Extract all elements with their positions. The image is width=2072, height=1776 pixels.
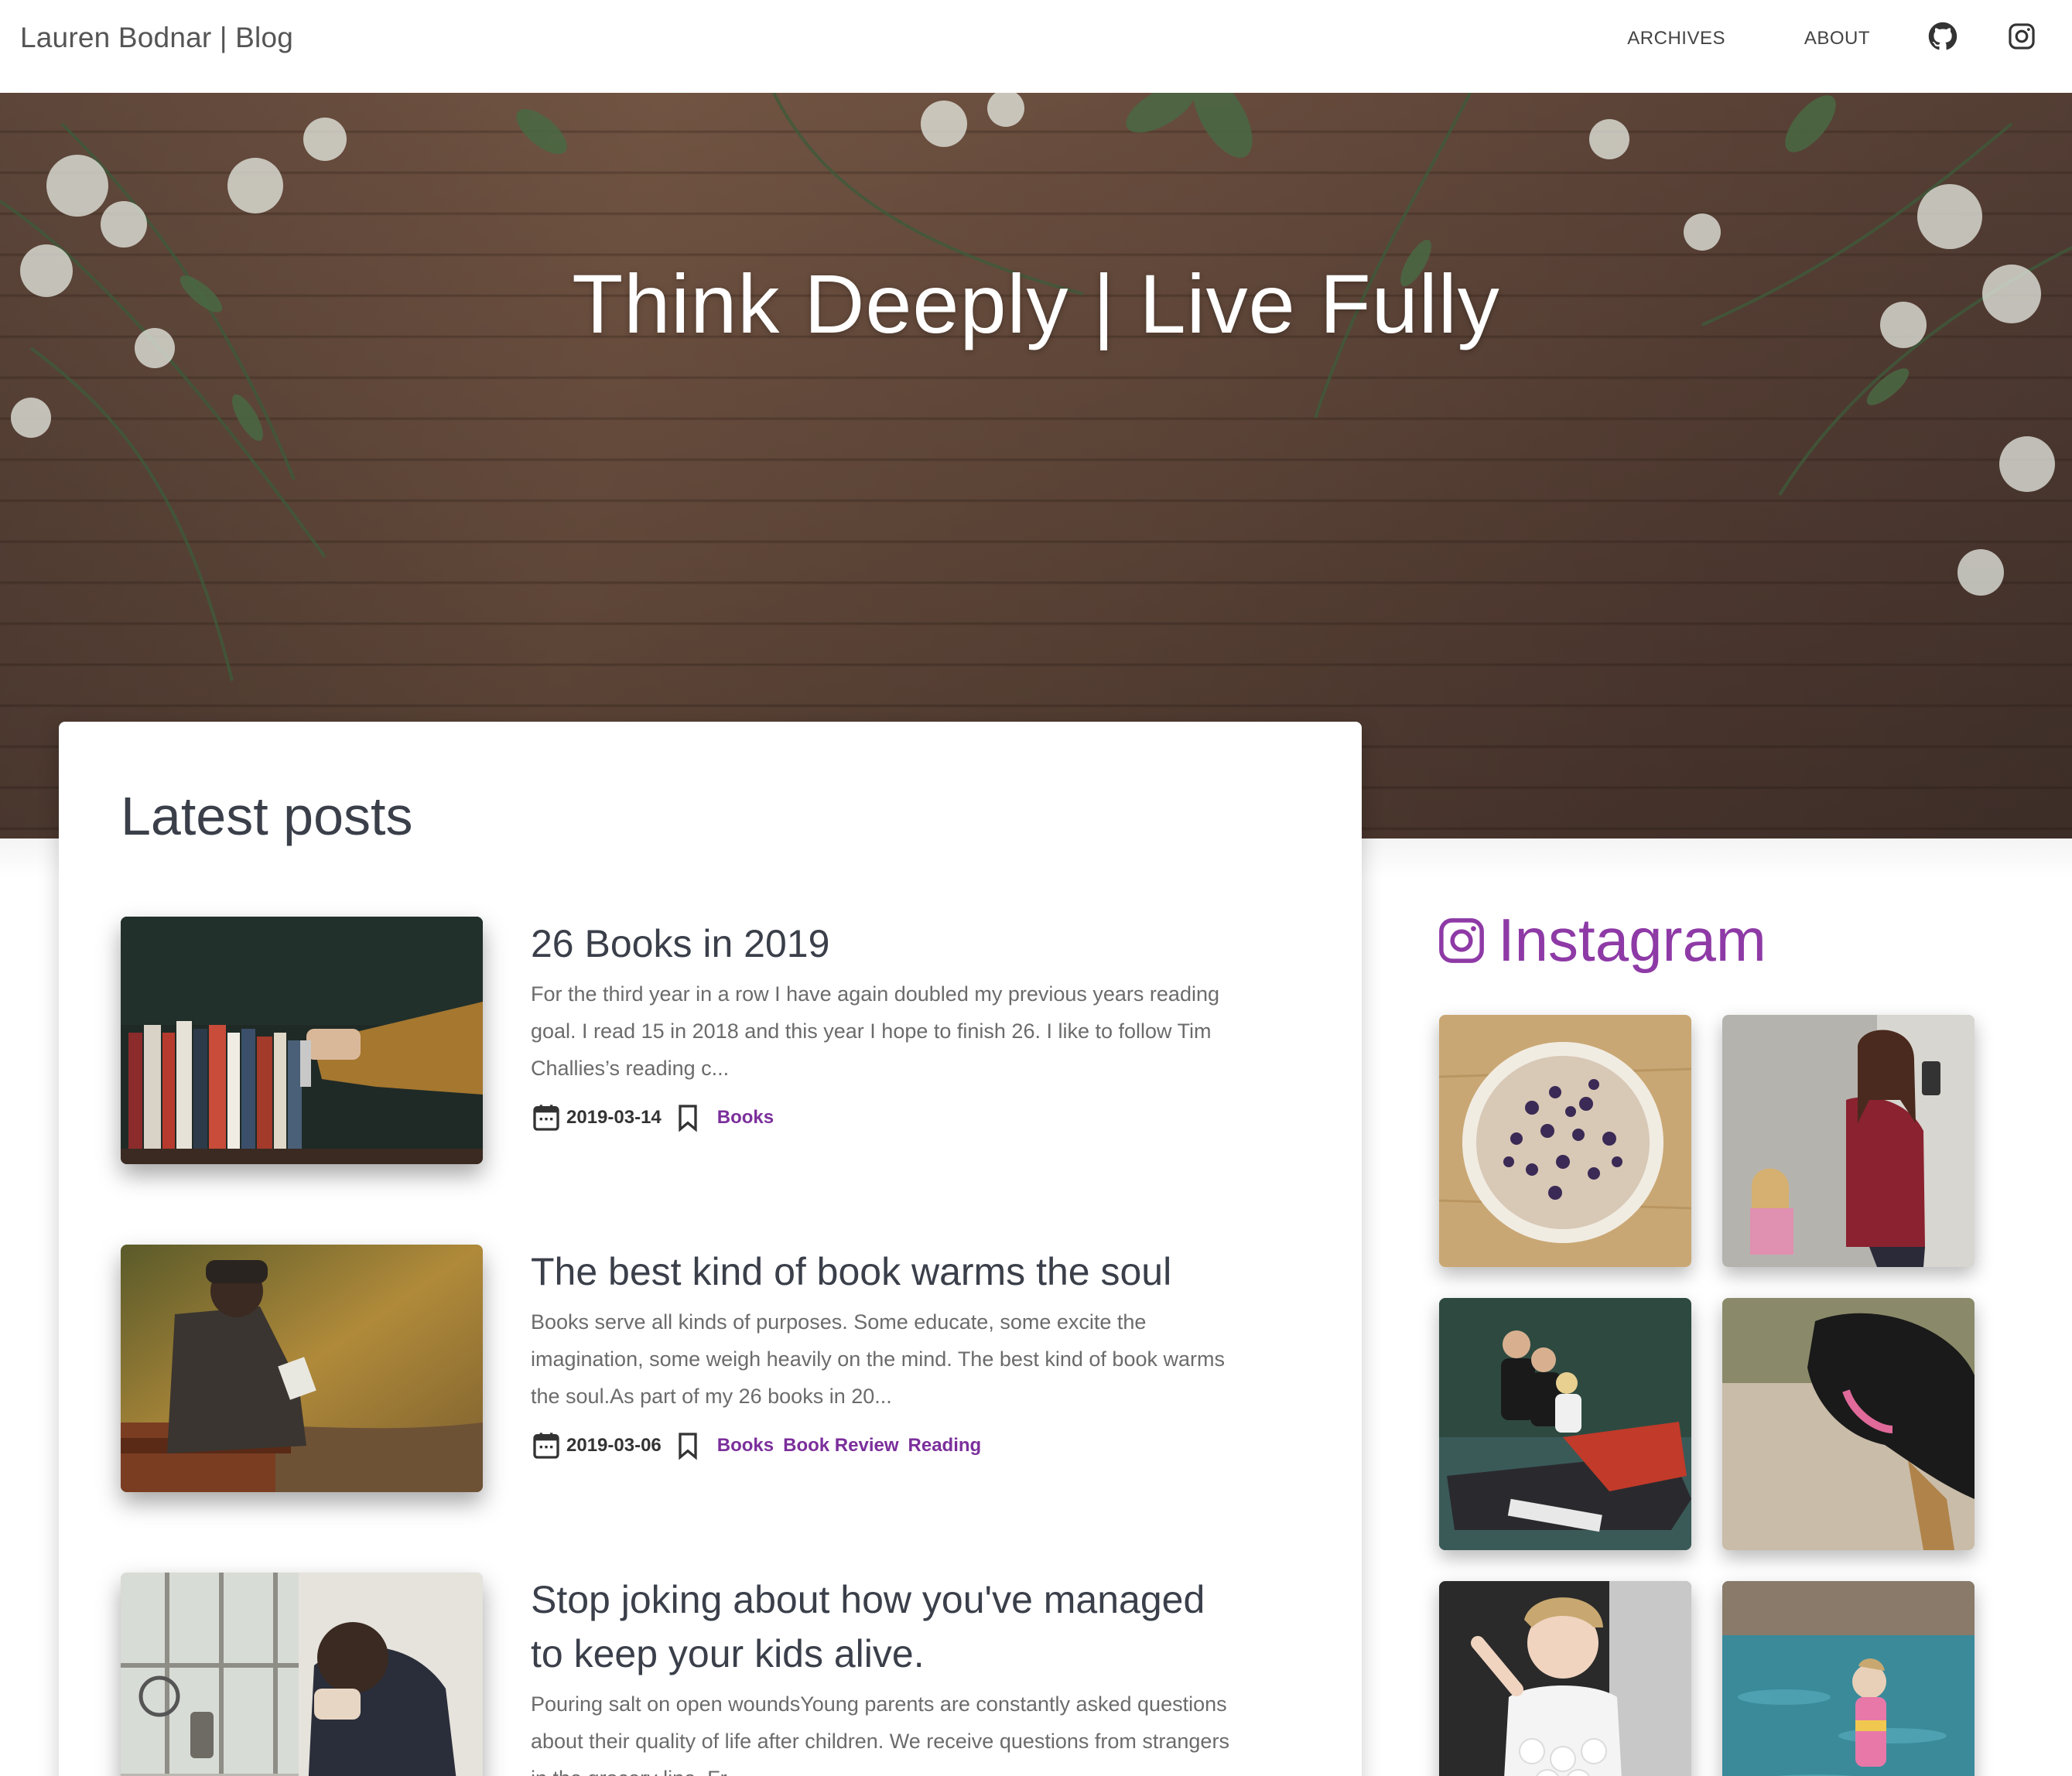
post-meta: 2019-03-14 Books: [531, 1101, 1243, 1135]
post-date: 2019-03-14: [566, 1107, 662, 1128]
post-tag-link[interactable]: Reading: [908, 1435, 982, 1457]
post-item: The best kind of book warms the soul Boo…: [121, 1245, 1297, 1508]
latest-posts-heading: Latest posts: [121, 786, 413, 846]
instagram-photo[interactable]: [1439, 1298, 1691, 1550]
child-at-pool-photo: [1722, 1581, 1975, 1776]
post-tag-link[interactable]: Books: [717, 1107, 774, 1129]
hero-title: Think Deeply | Live Fully: [572, 257, 1500, 350]
post-date: 2019-03-06: [566, 1435, 662, 1456]
post-thumbnail[interactable]: [121, 917, 483, 1164]
child-dancing-photo: [1439, 1581, 1691, 1776]
instagram-icon[interactable]: [2007, 22, 2036, 51]
post-title-link[interactable]: The best kind of book warms the soul: [531, 1245, 1243, 1299]
post-title-link[interactable]: 26 Books in 2019: [531, 917, 1243, 971]
github-icon[interactable]: [1928, 22, 1957, 51]
instagram-photo[interactable]: [1722, 1298, 1975, 1550]
instagram-header: Instagram: [1436, 905, 1766, 975]
post-tag-link[interactable]: Books: [717, 1435, 774, 1457]
brand-link[interactable]: Lauren Bodnar | Blog: [20, 22, 293, 54]
bookshelf-photo: [121, 917, 483, 1164]
post-item: 26 Books in 2019 For the third year in a…: [121, 917, 1297, 1180]
instagram-photo[interactable]: [1722, 1581, 1975, 1776]
calendar-icon: [533, 1433, 559, 1459]
nav-archives-link[interactable]: ARCHIVES: [1627, 28, 1725, 50]
bookmark-icon: [679, 1105, 697, 1132]
post-item: Stop joking about how you've managed to …: [121, 1573, 1297, 1776]
instagram-photo[interactable]: [1439, 1581, 1691, 1776]
post-excerpt: Books serve all kinds of purposes. Some …: [531, 1310, 1225, 1408]
calendar-icon: [533, 1105, 559, 1131]
blueberry-pie-photo: [1439, 1015, 1691, 1267]
jet-ski-photo: [1439, 1298, 1691, 1550]
bookmark-icon: [679, 1433, 697, 1460]
tired-parent-photo: [121, 1573, 483, 1776]
top-navbar: Lauren Bodnar | Blog ARCHIVES ABOUT: [0, 0, 2072, 93]
post-thumbnail[interactable]: [121, 1245, 483, 1492]
post-excerpt: Pouring salt on open woundsYoung parents…: [531, 1692, 1229, 1776]
post-title-link[interactable]: Stop joking about how you've managed to …: [531, 1573, 1243, 1681]
post-tag-link[interactable]: Book Review: [783, 1435, 898, 1457]
post-body: Stop joking about how you've managed to …: [531, 1573, 1243, 1776]
instagram-photo[interactable]: [1439, 1015, 1691, 1267]
dog-on-sand-photo: [1722, 1298, 1975, 1550]
post-body: The best kind of book warms the soul Boo…: [531, 1245, 1243, 1463]
post-meta: 2019-03-06 Books Book Review Reading: [531, 1429, 1243, 1463]
post-thumbnail[interactable]: [121, 1573, 483, 1776]
instagram-title: Instagram: [1498, 906, 1766, 974]
nav-about-link[interactable]: ABOUT: [1804, 28, 1870, 50]
mirror-selfie-photo: [1722, 1015, 1975, 1267]
man-reading-on-bench-photo: [121, 1245, 483, 1492]
latest-posts-card: Latest posts 26 Books in 2019 For the th…: [59, 722, 1362, 1776]
instagram-photo[interactable]: [1722, 1015, 1975, 1267]
instagram-icon: [1439, 917, 1484, 963]
post-body: 26 Books in 2019 For the third year in a…: [531, 917, 1243, 1135]
post-excerpt: For the third year in a row I have again…: [531, 982, 1219, 1080]
